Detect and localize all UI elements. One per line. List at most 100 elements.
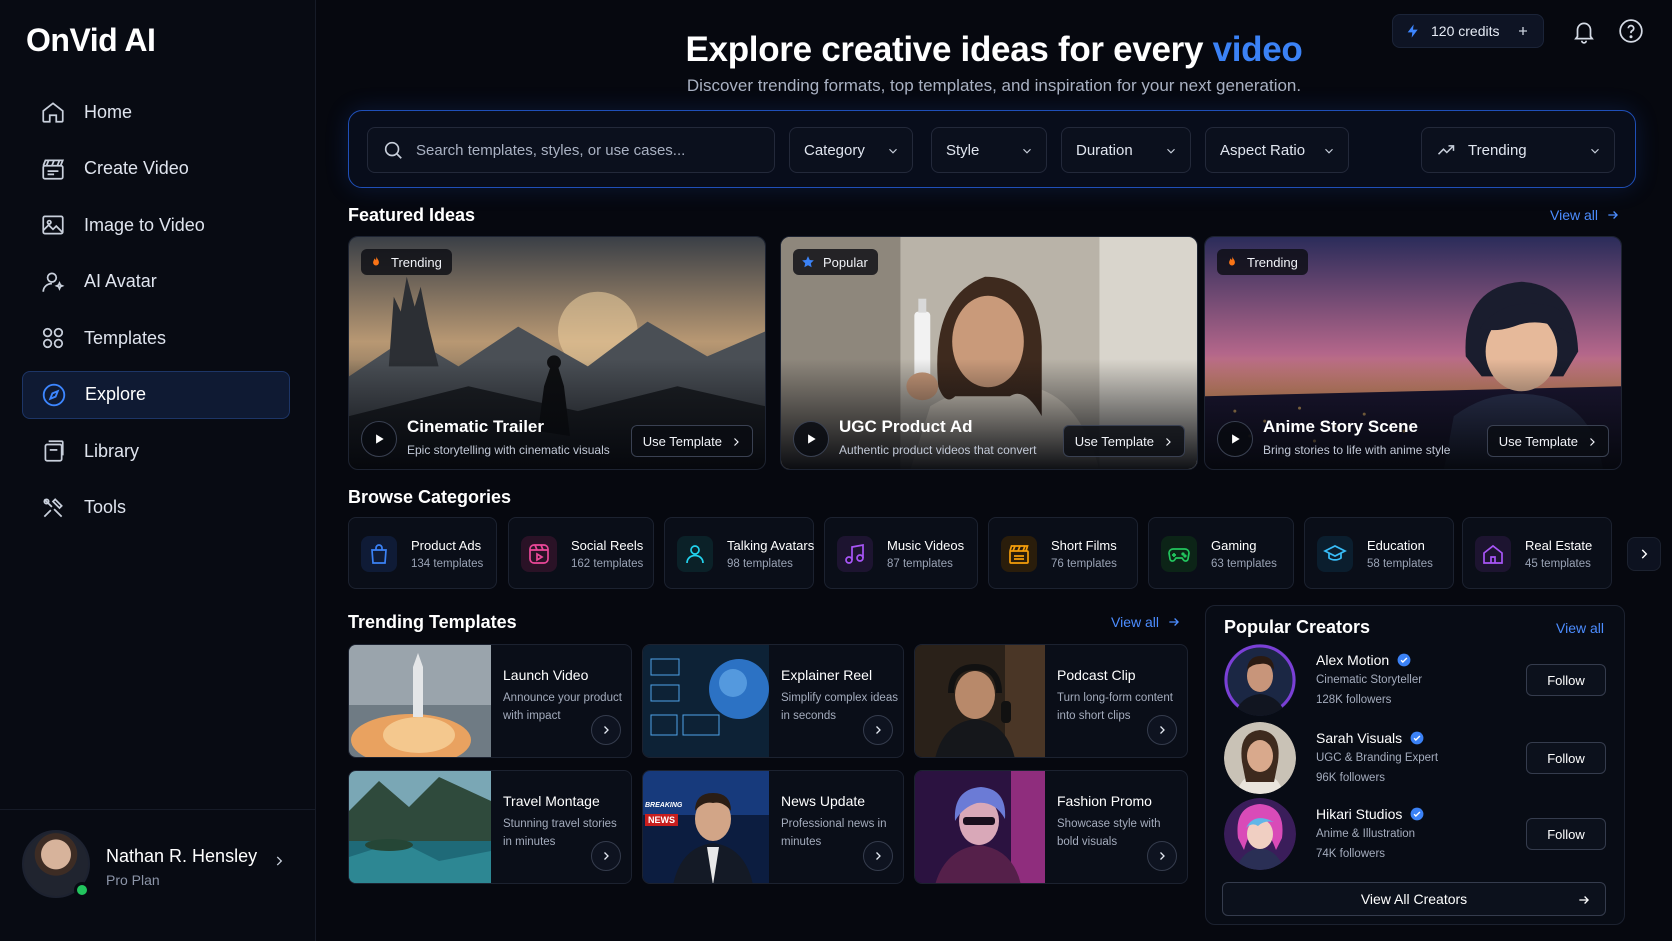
creator-role: Anime & Illustration	[1316, 828, 1416, 840]
template-card-news-update[interactable]: BREAKING NEWS News Update Professional n…	[642, 770, 904, 884]
use-template-label: Use Template	[1074, 433, 1154, 449]
creator-row: Sarah Visuals UGC & Branding Expert 96K …	[1224, 722, 1614, 794]
use-template-button[interactable]: Use Template	[630, 425, 753, 457]
open-template-button[interactable]	[863, 715, 893, 745]
star-icon	[802, 256, 814, 268]
chevron-right-icon	[604, 852, 609, 860]
sidebar-item-create-video[interactable]: Create Video	[22, 145, 290, 193]
play-button[interactable]	[1217, 421, 1253, 457]
open-template-button[interactable]	[591, 715, 621, 745]
app-logo[interactable]: OnVid AI	[26, 22, 156, 59]
template-card-travel-montage[interactable]: Travel Montage Stunning travel stories i…	[348, 770, 632, 884]
category-short-films[interactable]: Short Films 76 templates	[988, 517, 1138, 589]
open-template-button[interactable]	[1147, 841, 1177, 871]
aspect-ratio-filter[interactable]: Aspect Ratio	[1205, 127, 1349, 173]
sidebar-item-templates[interactable]: Templates	[22, 314, 290, 362]
chevron-right-icon[interactable]	[272, 854, 286, 868]
chevron-down-icon	[1325, 148, 1333, 154]
card-title: UGC Product Ad	[839, 417, 973, 436]
featured-card-cinematic-trailer[interactable]: Trending Cinematic Trailer Epic storytel…	[348, 236, 766, 470]
featured-card-anime-story-scene[interactable]: Trending Anime Story Scene Bring stories…	[1204, 236, 1622, 470]
use-template-button[interactable]: Use Template	[1486, 425, 1609, 457]
featured-card-ugc-product-ad[interactable]: Popular UGC Product Ad Authentic product…	[780, 236, 1198, 470]
creator-name: Hikari Studios	[1316, 806, 1403, 822]
chevron-right-icon	[1590, 438, 1595, 446]
follow-button[interactable]: Follow	[1526, 742, 1606, 774]
category-count: 45 templates	[1525, 558, 1591, 570]
trending-view-all-link[interactable]: View all	[1111, 614, 1181, 630]
category-product-ads[interactable]: Product Ads 134 templates	[348, 517, 497, 589]
view-all-label: View all	[1550, 207, 1598, 223]
clapperboard-icon	[1009, 545, 1029, 564]
style-filter-label: Style	[946, 141, 980, 159]
sort-dropdown-label: Trending	[1468, 141, 1527, 159]
creator-name-row: Sarah Visuals	[1316, 730, 1424, 746]
category-education[interactable]: Education 58 templates	[1304, 517, 1454, 589]
play-button[interactable]	[793, 421, 829, 457]
trending-badge: Trending	[1217, 249, 1308, 275]
search-input[interactable]	[416, 141, 756, 159]
page-title-accent: video	[1212, 30, 1303, 69]
category-name: Music Videos	[887, 538, 965, 553]
open-template-button[interactable]	[1147, 715, 1177, 745]
creator-name-row: Alex Motion	[1316, 652, 1411, 668]
sidebar-item-ai-avatar[interactable]: AI Avatar	[22, 258, 290, 306]
follow-button[interactable]: Follow	[1526, 664, 1606, 696]
categories-next-button[interactable]	[1627, 537, 1661, 571]
sidebar-item-library[interactable]: Library	[22, 427, 290, 475]
search-box[interactable]	[367, 127, 775, 173]
category-social-reels[interactable]: Social Reels 162 templates	[508, 517, 654, 589]
template-card-launch-video[interactable]: Launch Video Announce your product with …	[348, 644, 632, 758]
template-title: Explainer Reel	[781, 667, 873, 683]
fashion-promo-thumbnail	[915, 771, 1045, 883]
sidebar: OnVid AI Home Create Video Image to Vide…	[0, 0, 316, 941]
category-filter-label: Category	[804, 141, 865, 159]
page-subtitle: Discover trending formats, top templates…	[686, 76, 1302, 95]
category-name: Social Reels	[571, 538, 644, 553]
template-card-podcast-clip[interactable]: Podcast Clip Turn long-form content into…	[914, 644, 1188, 758]
chevron-right-icon	[604, 726, 609, 734]
creator-avatar[interactable]	[1224, 644, 1296, 716]
sidebar-item-label: Create Video	[84, 158, 189, 178]
sidebar-item-label: Home	[84, 101, 133, 122]
trending-up-icon	[1437, 145, 1455, 155]
sidebar-item-label: Image to Video	[84, 214, 205, 235]
template-card-fashion-promo[interactable]: Fashion Promo Showcase style with bold v…	[914, 770, 1188, 884]
play-button[interactable]	[361, 421, 397, 457]
template-card-explainer-reel[interactable]: Explainer Reel Simplify complex ideas in…	[642, 644, 904, 758]
open-template-button[interactable]	[591, 841, 621, 871]
category-filter[interactable]: Category	[789, 127, 913, 173]
template-title: Travel Montage	[503, 793, 600, 809]
sidebar-item-image-to-video[interactable]: Image to Video	[22, 201, 290, 249]
user-profile[interactable]: Nathan R. Hensley Pro Plan	[0, 809, 316, 941]
explainer-reel-thumbnail	[643, 645, 769, 757]
sidebar-item-explore[interactable]: Explore	[22, 370, 290, 419]
card-description: Epic storytelling with cinematic visuals	[407, 443, 610, 457]
open-template-button[interactable]	[863, 841, 893, 871]
sidebar-item-home[interactable]: Home	[22, 88, 290, 136]
creators-view-all-link[interactable]: View all	[1556, 620, 1604, 636]
category-real-estate[interactable]: Real Estate 45 templates	[1462, 517, 1612, 589]
category-gaming[interactable]: Gaming 63 templates	[1148, 517, 1294, 589]
shopping-bag-icon	[371, 544, 387, 564]
creator-avatar[interactable]	[1224, 798, 1296, 870]
view-all-creators-button[interactable]: View All Creators	[1222, 882, 1606, 916]
category-count: 134 templates	[411, 558, 484, 570]
featured-view-all-link[interactable]: View all	[1550, 207, 1620, 223]
chevron-right-icon	[876, 852, 881, 860]
gamepad-icon	[1168, 548, 1190, 562]
category-icon-wrap	[361, 536, 397, 572]
categories-section-title: Browse Categories	[348, 487, 512, 507]
sidebar-item-tools[interactable]: Tools	[22, 484, 290, 532]
category-talking-avatars[interactable]: Talking Avatars 98 templates	[664, 517, 814, 589]
duration-filter[interactable]: Duration	[1061, 127, 1191, 173]
category-music-videos[interactable]: Music Videos 87 templates	[824, 517, 978, 589]
creator-avatar[interactable]	[1224, 722, 1296, 794]
avatar-icon	[42, 271, 65, 292]
style-filter[interactable]: Style	[931, 127, 1047, 173]
sort-dropdown[interactable]: Trending	[1421, 127, 1615, 173]
online-status-dot	[74, 882, 90, 898]
follow-button[interactable]: Follow	[1526, 818, 1606, 850]
use-template-button[interactable]: Use Template	[1062, 425, 1185, 457]
sidebar-item-label: Tools	[84, 497, 127, 517]
